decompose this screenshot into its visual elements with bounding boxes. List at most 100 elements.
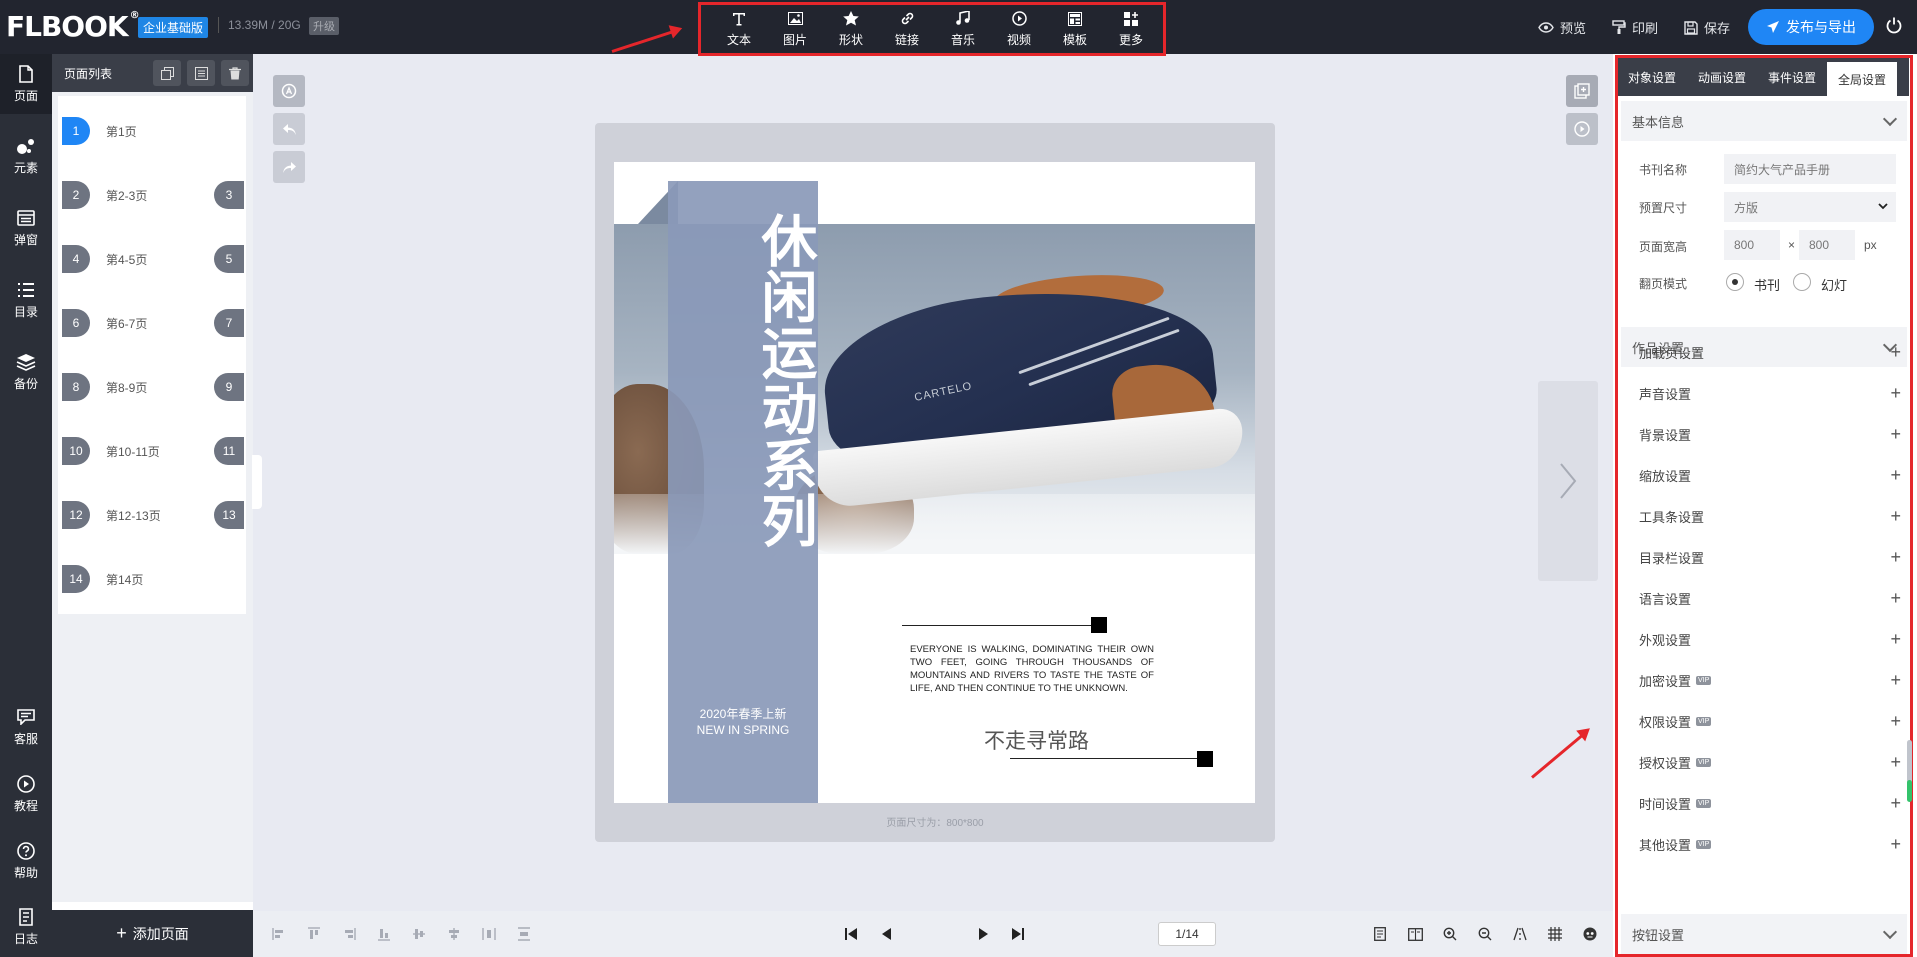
logout-button[interactable]: [1885, 16, 1905, 36]
section-basic-info[interactable]: 基本信息: [1621, 101, 1907, 141]
decor-square[interactable]: [1197, 751, 1213, 767]
tab-global-settings[interactable]: 全局设置: [1827, 62, 1897, 96]
setting-row-5[interactable]: 目录栏设置 +: [1639, 537, 1909, 577]
publish-export-button[interactable]: 发布与导出: [1748, 9, 1874, 45]
page-height-input[interactable]: 800: [1799, 230, 1855, 260]
align-bottom-icon[interactable]: [376, 926, 392, 942]
plus-icon[interactable]: +: [1890, 547, 1901, 568]
single-page-view-button[interactable]: [1372, 926, 1388, 942]
flip-mode-slide-label[interactable]: 幻灯: [1821, 275, 1847, 294]
setting-row-2[interactable]: 背景设置 +: [1639, 414, 1909, 454]
collapse-page-list-handle[interactable]: [252, 455, 262, 509]
tool-image[interactable]: 图片: [767, 7, 823, 51]
nav-log[interactable]: 日志: [0, 897, 52, 957]
plus-icon[interactable]: +: [1890, 465, 1901, 486]
play-preview-button[interactable]: [1566, 113, 1598, 145]
nav-support[interactable]: 客服: [0, 697, 52, 757]
flip-mode-book-label[interactable]: 书刊: [1754, 275, 1780, 294]
redo-button[interactable]: [273, 151, 305, 183]
list-item-page-2-3[interactable]: 2 第2-3页 3: [58, 160, 246, 230]
plus-icon[interactable]: +: [1890, 629, 1901, 650]
tool-template[interactable]: 模板: [1047, 7, 1103, 51]
decor-square[interactable]: [1091, 617, 1107, 633]
print-button[interactable]: 印刷: [1612, 18, 1658, 37]
list-item-page-14[interactable]: 14 第14页: [58, 544, 246, 614]
plus-icon[interactable]: +: [1890, 506, 1901, 527]
setting-row-10[interactable]: 授权设置 VIP +: [1639, 742, 1909, 782]
tool-link[interactable]: 链接: [879, 7, 935, 51]
nav-help[interactable]: 帮助: [0, 831, 52, 891]
panel-scrollbar-thumb[interactable]: [1907, 780, 1912, 802]
list-item-page-12-13[interactable]: 12 第12-13页 13: [58, 480, 246, 550]
align-left-icon[interactable]: [271, 926, 287, 942]
align-center-v-icon[interactable]: [411, 926, 427, 942]
nav-backup[interactable]: 备份: [0, 342, 52, 402]
list-item-page-1[interactable]: 1 第1页: [58, 96, 246, 166]
page-indicator-input[interactable]: 1/14: [1158, 922, 1216, 946]
page-width-input[interactable]: 800: [1724, 230, 1780, 260]
tool-shape[interactable]: 形状: [823, 7, 879, 51]
nav-popup[interactable]: 弹窗: [0, 198, 52, 258]
section-button-settings[interactable]: 按钮设置: [1621, 914, 1907, 954]
page-title-vertical[interactable]: 休闲运动系列: [668, 212, 818, 548]
zoom-in-button[interactable]: [1442, 926, 1458, 942]
slogan-text[interactable]: 不走寻常路: [984, 725, 1089, 755]
list-item-page-4-5[interactable]: 4 第4-5页 5: [58, 224, 246, 294]
guide-lines-button[interactable]: [1512, 926, 1528, 942]
setting-row-12[interactable]: 其他设置 VIP +: [1639, 824, 1909, 864]
plus-icon[interactable]: +: [1890, 383, 1901, 404]
list-item-page-10-11[interactable]: 10 第10-11页 11: [58, 416, 246, 486]
setting-row-7[interactable]: 外观设置 +: [1639, 619, 1909, 659]
flip-mode-book-radio[interactable]: [1726, 273, 1744, 291]
plus-icon[interactable]: +: [1890, 834, 1901, 855]
upgrade-button[interactable]: 升级: [309, 17, 339, 35]
nav-elements[interactable]: 元素: [0, 126, 52, 186]
plus-icon[interactable]: +: [1890, 752, 1901, 773]
nav-tutorial[interactable]: 教程: [0, 764, 52, 824]
plus-icon[interactable]: +: [1890, 793, 1901, 814]
next-page-button[interactable]: [1538, 381, 1598, 581]
last-page-button[interactable]: [1010, 926, 1026, 942]
align-center-h-icon[interactable]: [446, 926, 462, 942]
copy-page-button[interactable]: [153, 60, 181, 86]
next-page-bottom-button[interactable]: [976, 926, 992, 942]
undo-button[interactable]: [273, 113, 305, 145]
plus-icon[interactable]: +: [1890, 670, 1901, 691]
preview-button[interactable]: 预览: [1538, 18, 1586, 37]
tool-text[interactable]: 文本: [711, 7, 767, 51]
tab-object-settings[interactable]: 对象设置: [1617, 58, 1687, 96]
tab-animation-settings[interactable]: 动画设置: [1687, 58, 1757, 96]
preset-size-select[interactable]: 方版: [1724, 192, 1896, 222]
plus-icon[interactable]: +: [1890, 711, 1901, 732]
plus-icon[interactable]: +: [1890, 342, 1901, 363]
list-item-page-6-7[interactable]: 6 第6-7页 7: [58, 288, 246, 358]
add-layer-button[interactable]: [1566, 75, 1598, 107]
tool-video[interactable]: 视频: [991, 7, 1047, 51]
setting-row-9[interactable]: 权限设置 VIP +: [1639, 701, 1909, 741]
help-assistant-button[interactable]: [1582, 926, 1598, 942]
season-text-cn[interactable]: 2020年春季上新: [668, 705, 818, 722]
book-name-input[interactable]: 简约大气产品手册: [1724, 154, 1896, 184]
plus-icon[interactable]: +: [1890, 588, 1901, 609]
align-top-icon[interactable]: [306, 926, 322, 942]
grid-toggle-button[interactable]: [1547, 926, 1563, 942]
setting-row-4[interactable]: 工具条设置 +: [1639, 496, 1909, 536]
align-right-icon[interactable]: [341, 926, 357, 942]
first-page-button[interactable]: [843, 926, 859, 942]
logo[interactable]: FLBOOK ®: [6, 10, 140, 43]
list-item-page-8-9[interactable]: 8 第8-9页 9: [58, 352, 246, 422]
add-page-button[interactable]: + 添加页面: [52, 910, 253, 957]
book-page-canvas[interactable]: CARTELO 休闲运动系列 2020年春季上新 NEW IN SPRING E…: [614, 162, 1255, 803]
auto-layout-button[interactable]: [273, 75, 305, 107]
nav-toc[interactable]: 目录: [0, 270, 52, 330]
setting-row-11[interactable]: 时间设置 VIP +: [1639, 783, 1909, 823]
setting-row-6[interactable]: 语言设置 +: [1639, 578, 1909, 618]
double-page-view-button[interactable]: [1407, 926, 1423, 942]
setting-row-0[interactable]: 加载页设置 +: [1639, 332, 1909, 372]
nav-page[interactable]: 页面: [0, 54, 52, 114]
plus-icon[interactable]: +: [1890, 424, 1901, 445]
prev-page-button[interactable]: [878, 926, 894, 942]
tab-event-settings[interactable]: 事件设置: [1757, 58, 1827, 96]
setting-row-3[interactable]: 缩放设置 +: [1639, 455, 1909, 495]
zoom-out-button[interactable]: [1477, 926, 1493, 942]
